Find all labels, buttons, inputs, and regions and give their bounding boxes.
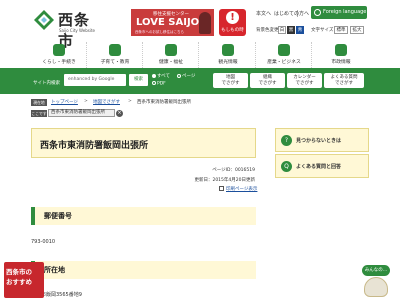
mascot-bubble: みんなの… <box>362 265 390 276</box>
site-logo[interactable]: 西条市 Saijo City Website <box>33 9 105 50</box>
search-caption: サイト内検索 <box>33 81 60 86</box>
quick-label: 組織 <box>263 74 272 80</box>
mascot-widget[interactable]: みんなの… <box>358 265 394 298</box>
print-icon <box>219 186 224 191</box>
quick-sub: でさがす <box>258 80 277 86</box>
house-icon <box>53 44 65 56</box>
postal-code-value: 793-0010 <box>31 239 56 245</box>
family-icon <box>109 44 121 56</box>
nav-item-health[interactable]: 健康・福祉 <box>143 42 199 68</box>
breadcrumb-separator: > <box>128 99 132 104</box>
foreign-language-label: Foreign language <box>323 9 367 15</box>
section-heading-text: 所在地 <box>44 266 65 274</box>
bg-black-chip[interactable]: 黒 <box>287 26 295 34</box>
search-option-all-label: すべて <box>157 74 171 79</box>
recommend-line-1: 西条市の <box>6 268 32 276</box>
here-tag: ここです <box>31 110 47 117</box>
print-page-link[interactable]: 印刷ページ表示 <box>226 186 257 192</box>
search-input[interactable]: enhanced by Google <box>64 74 126 86</box>
nav-item-business[interactable]: 産業・ビジネス <box>256 42 312 68</box>
foreign-language-button[interactable]: Foreign language <box>311 6 367 19</box>
section-heading-postal: 郵便番号 <box>31 207 256 225</box>
first-visit-link[interactable]: はじめての方へ <box>274 10 309 17</box>
search-option-all[interactable]: すべて <box>152 73 170 79</box>
find-by-calendar-button[interactable]: カレンダー でさがす <box>287 73 322 88</box>
page-title: 西条市東消防署飯岡出張所 <box>40 141 149 151</box>
recommend-widget[interactable]: 西条市の おすすめ <box>4 262 44 298</box>
nav-label: 市政情報 <box>331 60 351 65</box>
here-location-box: 西条市東消防署飯岡出張所 <box>48 109 115 117</box>
bg-white-chip[interactable]: 白 <box>278 26 286 34</box>
banner-foot-text: 西条市へのお試し移住はこちら <box>135 30 184 34</box>
love-saijo-banner[interactable]: 移住支援センター LOVE SAIJO 西条市へのお試し移住はこちら <box>131 9 214 36</box>
section-heading-text: 郵便番号 <box>44 212 72 220</box>
search-placeholder: enhanced by Google <box>68 77 115 82</box>
nav-label: 健康・福祉 <box>159 60 183 65</box>
breadcrumb-map[interactable]: 地図でさがす <box>93 99 120 105</box>
banner-main-text: LOVE SAIJO <box>136 17 200 28</box>
quick-label: 地図 <box>226 74 235 80</box>
faq-card[interactable]: Q よくある質問と回答 <box>275 154 369 178</box>
quick-sub: でさがす <box>295 80 314 86</box>
section-heading-address: 所在地 <box>31 261 256 279</box>
main-nav: くらし・手続き 子育て・教育 健康・福祉 観光情報 産業・ビジネス 市政情報 <box>31 42 370 68</box>
updated-date: 更新日：2015年4月20日更新 <box>194 178 255 183</box>
nav-label: 子育て・教育 <box>100 60 130 65</box>
banner-person-image <box>199 12 211 34</box>
not-found-card[interactable]: ? 見つからないときは <box>275 128 369 152</box>
building-icon <box>278 44 290 56</box>
search-option-pdf[interactable]: PDF <box>152 81 166 87</box>
search-option-pdf-label: PDF <box>157 81 166 87</box>
radio-icon <box>177 73 181 78</box>
breadcrumb-top[interactable]: トップページ <box>51 99 78 105</box>
nav-label: 産業・ビジネス <box>267 60 301 65</box>
recommend-line-2: おすすめ <box>6 278 32 286</box>
mascot-character-icon <box>364 277 388 297</box>
question-icon: ? <box>281 135 292 146</box>
nav-item-childcare[interactable]: 子育て・教育 <box>87 42 143 68</box>
faq-icon: Q <box>281 161 292 172</box>
text-size-standard[interactable]: 標準 <box>334 26 348 34</box>
page-title-box: 西条市東消防署飯岡出張所 <box>31 128 256 158</box>
quick-label: よくある質問 <box>330 74 358 80</box>
alert-icon: ! <box>226 11 239 24</box>
skip-to-content-link[interactable]: 本文へ <box>256 10 271 17</box>
current-location-tag: 現在地 <box>31 99 47 106</box>
text-size-large[interactable]: 拡大 <box>350 26 364 34</box>
globe-icon <box>314 9 321 16</box>
nav-item-city-info[interactable]: 市政情報 <box>313 42 369 68</box>
bg-blue-chip[interactable]: 青 <box>296 26 304 34</box>
nav-item-living[interactable]: くらし・手続き <box>31 42 87 68</box>
close-icon[interactable]: × <box>116 110 123 117</box>
quick-sub: でさがす <box>335 80 353 86</box>
quick-sub: でさがす <box>221 80 240 86</box>
mountain-icon <box>222 44 234 56</box>
nav-label: くらし・手続き <box>42 60 76 65</box>
heart-icon <box>165 44 177 56</box>
search-option-page-label: ページ <box>182 74 196 79</box>
find-by-org-button[interactable]: 組織 でさがす <box>250 73 285 88</box>
emergency-label: もしもの時 <box>221 28 244 33</box>
search-button[interactable]: 検索 <box>129 74 148 86</box>
side-card-label: 見つからないときは <box>296 138 342 144</box>
find-by-faq-button[interactable]: よくある質問 でさがす <box>324 73 364 88</box>
side-card-label: よくある質問と回答 <box>296 164 342 170</box>
find-by-map-button[interactable]: 地図 でさがす <box>213 73 248 88</box>
nav-label: 観光情報 <box>218 60 238 65</box>
breadcrumb-separator: > <box>84 99 88 104</box>
quick-label: カレンダー <box>293 74 316 80</box>
radio-selected-icon <box>152 73 156 78</box>
search-option-page[interactable]: ページ <box>177 73 195 79</box>
site-subtitle: Saijo City Website <box>59 28 95 33</box>
bg-color-label: 背景色変更 <box>256 28 279 33</box>
emergency-button[interactable]: ! もしもの時 <box>219 9 246 36</box>
city-hall-icon <box>335 44 347 56</box>
nav-item-tourism[interactable]: 観光情報 <box>200 42 256 68</box>
breadcrumb-current: 西条市東消防署飯岡出張所 <box>137 100 191 105</box>
page-id: ページID：0016519 <box>212 168 255 173</box>
text-size-label: 文字サイズ <box>311 28 334 33</box>
radio-icon <box>152 81 156 85</box>
logo-mark-icon <box>34 10 54 30</box>
